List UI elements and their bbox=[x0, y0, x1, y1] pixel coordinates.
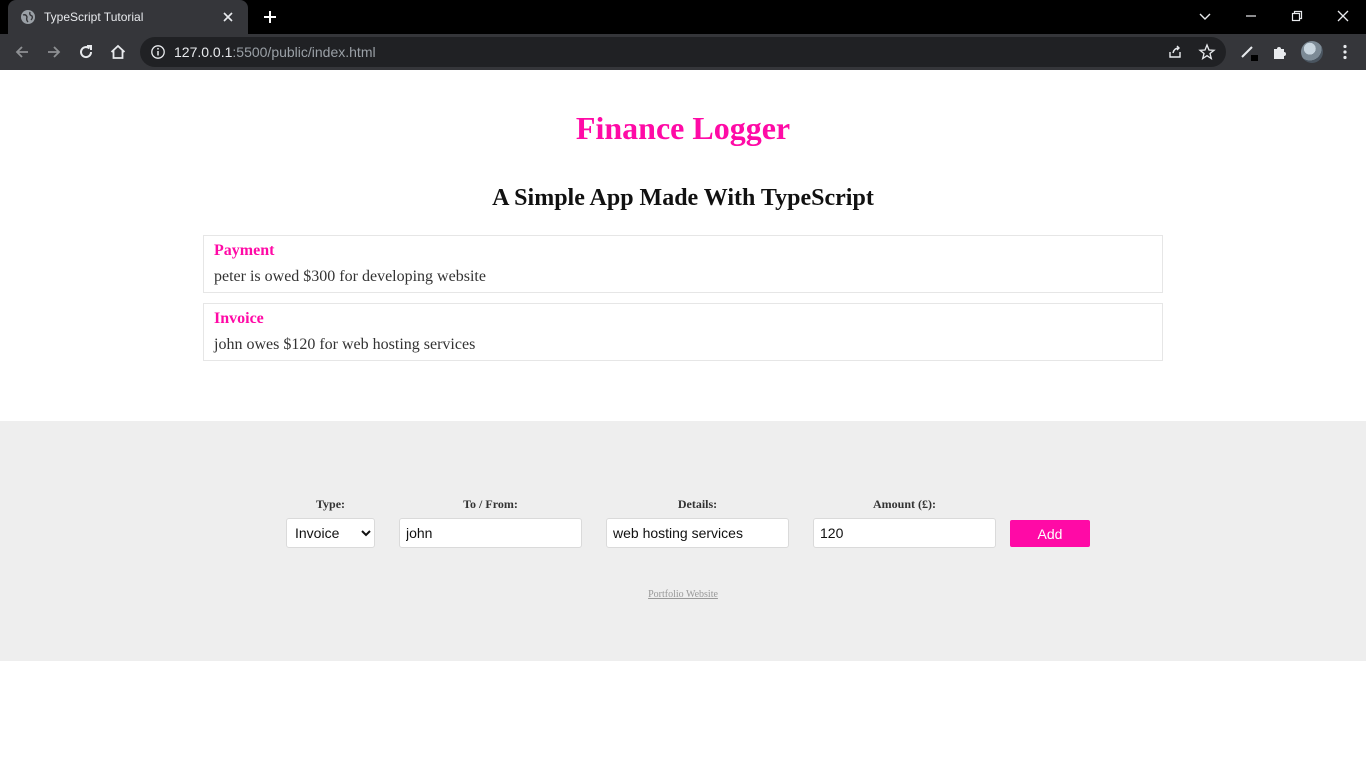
address-bar[interactable]: 127.0.0.1:5500/public/index.html bbox=[140, 37, 1226, 67]
info-icon[interactable] bbox=[150, 44, 166, 60]
close-tab-icon[interactable] bbox=[220, 9, 236, 25]
new-tab-icon[interactable] bbox=[262, 9, 278, 25]
extensions-puzzle-icon[interactable] bbox=[1268, 40, 1292, 64]
amount-input[interactable] bbox=[813, 518, 996, 548]
list-item: Invoice john owes $120 for web hosting s… bbox=[203, 303, 1163, 361]
close-window-icon[interactable] bbox=[1320, 0, 1366, 32]
url-path: :5500/public/index.html bbox=[232, 44, 376, 60]
browser-tab[interactable]: TypeScript Tutorial bbox=[8, 0, 248, 34]
tofrom-label: To / From: bbox=[463, 497, 518, 511]
globe-icon bbox=[20, 9, 36, 25]
tofrom-input[interactable] bbox=[399, 518, 582, 548]
url-text: 127.0.0.1:5500/public/index.html bbox=[174, 44, 376, 60]
more-menu-icon[interactable] bbox=[1333, 40, 1357, 64]
pen-extension-icon[interactable] bbox=[1236, 40, 1260, 64]
item-type-heading: Payment bbox=[214, 242, 275, 259]
portfolio-website-link[interactable]: Portfolio Website bbox=[0, 589, 1366, 600]
item-details: peter is owed $300 for developing websit… bbox=[214, 268, 486, 285]
page-subtitle: A Simple App Made With TypeScript bbox=[492, 185, 874, 211]
list-item: Payment peter is owed $300 for developin… bbox=[203, 235, 1163, 293]
minimize-icon[interactable] bbox=[1228, 0, 1274, 32]
tab-search-icon[interactable] bbox=[1182, 0, 1228, 32]
type-label: Type: bbox=[315, 497, 346, 511]
details-input[interactable] bbox=[606, 518, 789, 548]
back-arrow-icon[interactable] bbox=[10, 40, 34, 64]
profile-avatar[interactable] bbox=[1301, 41, 1323, 63]
item-details: john owes $120 for web hosting services bbox=[214, 336, 476, 353]
add-button[interactable]: Add bbox=[1010, 520, 1090, 547]
url-host: 127.0.0.1 bbox=[174, 44, 233, 60]
item-type-heading: Invoice bbox=[214, 310, 264, 327]
footer-form-section: Type: Invoice To / From: Details: Amount… bbox=[0, 421, 1366, 661]
share-icon[interactable] bbox=[1166, 43, 1184, 61]
type-select[interactable]: Invoice bbox=[286, 518, 375, 548]
forward-arrow-icon[interactable] bbox=[42, 40, 66, 64]
restore-icon[interactable] bbox=[1274, 0, 1320, 32]
amount-label: Amount (£): bbox=[873, 497, 936, 511]
details-label: Details: bbox=[677, 497, 718, 511]
browser-toolbar: 127.0.0.1:5500/public/index.html bbox=[0, 34, 1366, 70]
bookmark-star-icon[interactable] bbox=[1198, 43, 1216, 61]
tab-title: TypeScript Tutorial bbox=[44, 10, 144, 24]
browser-tab-bar: TypeScript Tutorial bbox=[0, 0, 1366, 34]
reload-icon[interactable] bbox=[74, 40, 98, 64]
home-icon[interactable] bbox=[106, 40, 130, 64]
page-title: Finance Logger bbox=[575, 110, 791, 146]
